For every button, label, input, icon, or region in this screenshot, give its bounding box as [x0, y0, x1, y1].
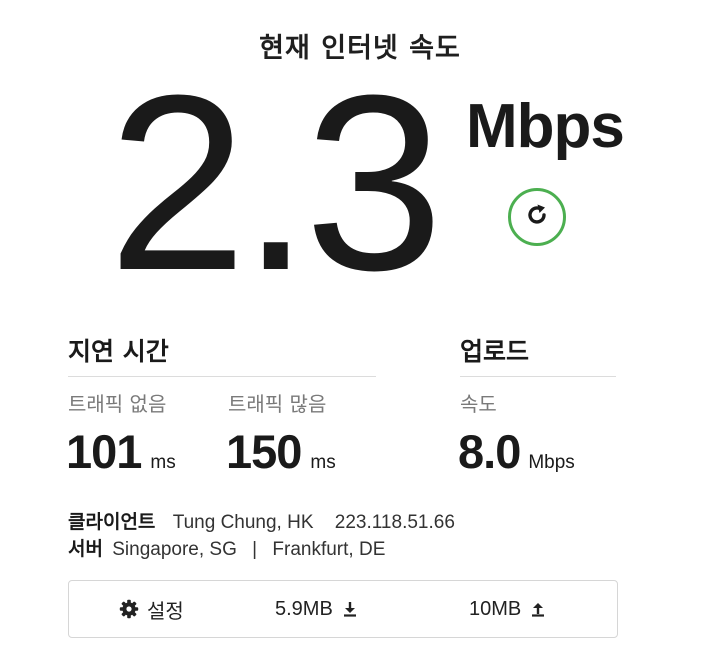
upload-speed: 8.0 Mbps — [458, 427, 575, 477]
bottom-toolbar: 설정 5.9MB 10MB — [68, 580, 618, 638]
server-label: 서버 — [68, 538, 103, 560]
upload-speed-unit: Mbps — [528, 452, 575, 473]
gear-icon — [119, 599, 139, 619]
download-icon — [343, 601, 357, 617]
upload-heading: 업로드 — [460, 337, 530, 366]
upload-speed-label: 속도 — [460, 392, 497, 416]
latency-divider — [68, 376, 376, 377]
upload-size-label: 10MB — [469, 597, 522, 620]
loaded-latency-unit: ms — [310, 452, 336, 473]
client-label: 클라이언트 — [68, 511, 156, 533]
loaded-latency: 150 ms — [226, 427, 336, 477]
loaded-latency-value: 150 — [226, 425, 302, 478]
unloaded-latency-unit: ms — [150, 452, 176, 473]
server-location-2: Frankfurt, DE — [272, 539, 386, 560]
settings-label: 설정 — [147, 600, 184, 623]
download-size-button[interactable]: 5.9MB — [275, 581, 357, 637]
upload-divider — [460, 376, 616, 377]
upload-speed-value: 8.0 — [458, 425, 521, 478]
server-location: Singapore, SG — [112, 539, 237, 560]
speed-unit: Mbps — [466, 92, 625, 161]
server-info: 서버 Singapore, SG | Frankfurt, DE — [68, 534, 385, 561]
upload-size-button[interactable]: 10MB — [469, 581, 545, 637]
unloaded-latency-value: 101 — [66, 425, 142, 478]
latency-heading: 지연 시간 — [68, 337, 169, 366]
client-ip: 223.118.51.66 — [334, 512, 455, 533]
download-size-label: 5.9MB — [275, 597, 333, 620]
speed-value: 2.3 — [108, 43, 444, 322]
server-separator: | — [252, 539, 258, 560]
settings-button[interactable]: 설정 — [119, 581, 184, 637]
refresh-button[interactable] — [508, 188, 566, 246]
loaded-latency-label: 트래픽 많음 — [228, 392, 327, 416]
unloaded-latency-label: 트래픽 없음 — [68, 392, 167, 416]
client-info: 클라이언트 Tung Chung, HK 223.118.51.66 — [68, 507, 455, 534]
unloaded-latency: 101 ms — [66, 427, 176, 477]
upload-icon — [531, 601, 545, 617]
refresh-icon — [523, 201, 551, 233]
client-location: Tung Chung, HK — [172, 512, 314, 533]
